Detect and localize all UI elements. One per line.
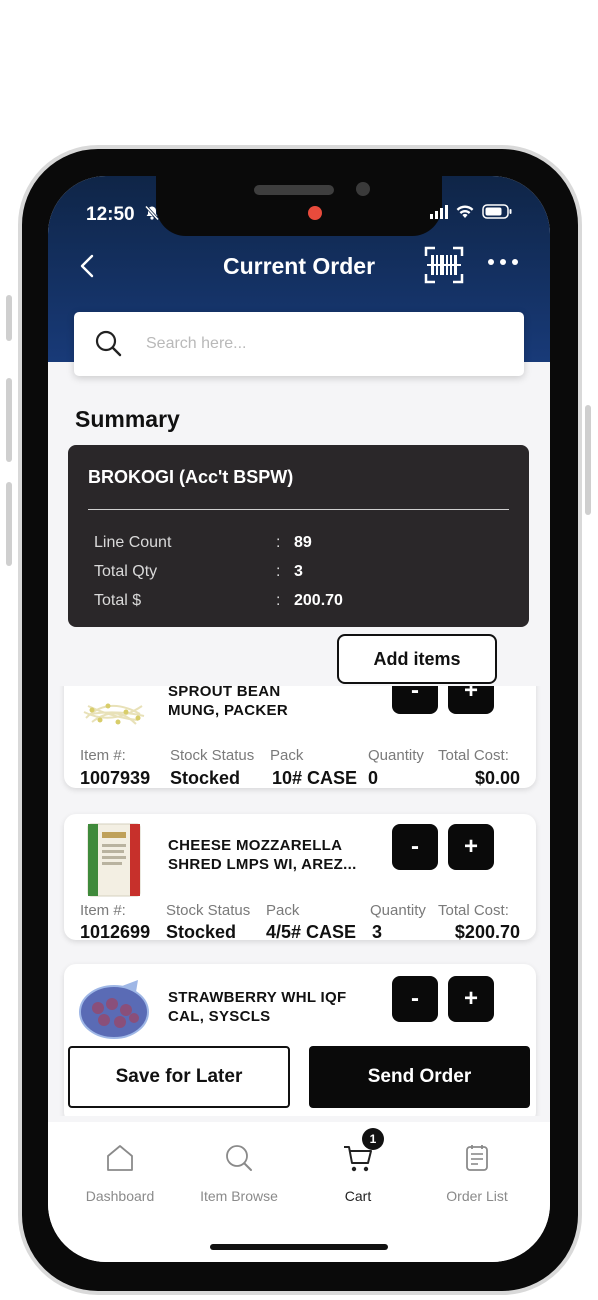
- recording-indicator: [308, 206, 322, 220]
- cart-icon-wrap: 1: [342, 1128, 384, 1174]
- speaker: [254, 185, 334, 195]
- item-name-line-1: CHEESE MOZZARELLA: [168, 837, 343, 854]
- signal-icon: [430, 204, 448, 219]
- item-name-line-2: MUNG, PACKER: [168, 702, 288, 719]
- tab-dashboard[interactable]: Dashboard: [60, 1142, 180, 1204]
- home-indicator: [210, 1244, 388, 1250]
- total-dollar-value: 200.70: [294, 592, 343, 609]
- summary-heading: Summary: [75, 406, 180, 432]
- quantity-label: Quantity: [370, 902, 426, 919]
- wifi-icon: [456, 205, 474, 218]
- item-number-label: Item #:: [80, 747, 126, 764]
- send-order-button[interactable]: Send Order: [309, 1046, 530, 1108]
- more-options-button[interactable]: [486, 249, 520, 281]
- pack-value: 10# CASE: [272, 768, 358, 788]
- colon: :: [276, 534, 281, 551]
- app-screen: 12:50 Current Order Search here... Summa…: [48, 176, 550, 1262]
- front-camera: [356, 182, 370, 196]
- silent-switch: [6, 295, 12, 341]
- stock-status-value: Stocked: [166, 922, 237, 942]
- total-cost-label: Total Cost:: [438, 902, 509, 919]
- tab-order-list[interactable]: Order List: [417, 1142, 537, 1204]
- total-cost-label: Total Cost:: [438, 747, 509, 764]
- quantity-value: 0: [368, 768, 379, 788]
- search-icon: [95, 330, 122, 357]
- tab-item-browse[interactable]: Item Browse: [179, 1142, 299, 1204]
- total-dollar-label: Total $: [94, 592, 142, 609]
- barcode-scan-icon[interactable]: [424, 246, 464, 284]
- battery-icon: [482, 204, 512, 219]
- item-name-line-1: STRAWBERRY WHL IQF: [168, 989, 347, 1006]
- decrease-quantity-button[interactable]: -: [392, 824, 438, 870]
- line-count-label: Line Count: [94, 534, 172, 551]
- stock-status-value: Stocked: [170, 768, 241, 788]
- item-name-line-1: SPROUT BEAN: [168, 686, 281, 700]
- total-cost-value: $0.00: [474, 768, 520, 788]
- home-icon: [107, 1145, 133, 1171]
- increase-quantity-button[interactable]: +: [448, 976, 494, 1022]
- search-bar[interactable]: Search here...: [74, 312, 524, 376]
- item-number-label: Item #:: [80, 902, 126, 919]
- status-time: 12:50: [86, 204, 135, 225]
- colon: :: [276, 592, 281, 609]
- pack-value: 4/5# CASE: [266, 922, 357, 942]
- power-button: [585, 405, 591, 515]
- decrease-quantity-button[interactable]: -: [392, 976, 438, 1022]
- item-name-line-2: SHRED LMPS WI, AREZ...: [168, 856, 357, 873]
- save-for-later-button[interactable]: Save for Later: [68, 1046, 290, 1108]
- volume-up-button: [6, 378, 12, 462]
- total-qty-label: Total Qty: [94, 563, 158, 580]
- search-icon: [226, 1145, 252, 1171]
- tab-label: Order List: [446, 1188, 508, 1204]
- search-input[interactable]: Search here...: [146, 335, 247, 353]
- status-icons: [430, 204, 512, 219]
- item-number-value: 1007939: [80, 768, 151, 788]
- account-name: BROKOGI (Acc't BSPW): [88, 467, 294, 487]
- pack-label: Pack: [266, 902, 300, 919]
- quantity-value: 3: [372, 922, 383, 942]
- decrease-quantity-button[interactable]: -: [392, 686, 438, 714]
- tab-label: Item Browse: [200, 1188, 278, 1204]
- divider: [88, 509, 509, 510]
- increase-quantity-button[interactable]: +: [448, 824, 494, 870]
- notch: [156, 176, 442, 236]
- bell-muted-icon: [144, 205, 160, 226]
- summary-card: BROKOGI (Acc't BSPW) Line Count : 89 Tot…: [68, 445, 529, 627]
- list-item: CHEESE MOZZARELLA SHRED LMPS WI, AREZ...…: [64, 814, 536, 942]
- total-qty-value: 3: [294, 563, 303, 580]
- total-cost-value: $200.70: [454, 922, 520, 942]
- tab-label: Cart: [344, 1188, 372, 1204]
- list-item: SPROUT BEAN MUNG, PACKER - + Item #: Sto…: [64, 686, 536, 788]
- page-title: Current Order: [222, 253, 376, 279]
- pack-label: Pack: [270, 747, 304, 764]
- line-count-value: 89: [294, 534, 312, 551]
- stock-status-label: Stock Status: [170, 747, 255, 764]
- item-number-value: 1012699: [80, 922, 151, 942]
- tab-label: Dashboard: [85, 1188, 155, 1204]
- frozen-strawberries-image: [79, 980, 149, 1039]
- bottom-tab-bar: Dashboard Item Browse 1 Cart Order List: [48, 1122, 550, 1262]
- quantity-label: Quantity: [368, 747, 424, 764]
- add-items-button[interactable]: Add items: [337, 634, 497, 684]
- mozzarella-bag-image: [87, 823, 141, 897]
- colon: :: [276, 563, 281, 580]
- bean-sprouts-image: [83, 703, 145, 725]
- item-name-line-2: CAL, SYSCLS: [168, 1008, 271, 1025]
- increase-quantity-button[interactable]: +: [448, 686, 494, 714]
- cart-count-badge: 1: [362, 1128, 384, 1150]
- more-horizontal-icon: [488, 259, 518, 265]
- tab-cart[interactable]: 1 Cart: [298, 1128, 418, 1204]
- order-list-icon: [466, 1145, 488, 1171]
- volume-down-button: [6, 482, 12, 566]
- stock-status-label: Stock Status: [166, 902, 251, 919]
